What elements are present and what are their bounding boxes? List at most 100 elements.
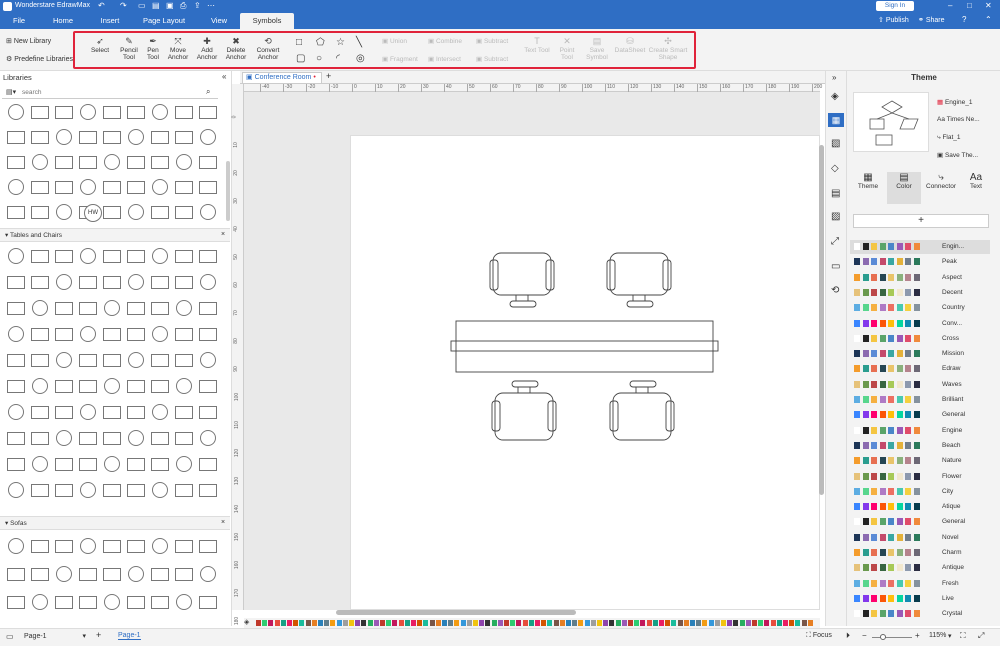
library-symbol[interactable] (8, 538, 24, 554)
expand-panel-icon[interactable]: » (832, 73, 836, 82)
library-symbol[interactable] (80, 326, 96, 342)
library-symbol[interactable] (152, 482, 168, 498)
library-symbol[interactable] (31, 205, 49, 219)
color-swatch[interactable] (559, 620, 565, 626)
library-symbol[interactable] (152, 248, 168, 264)
page-selector[interactable]: Page-1 ▾ (24, 631, 88, 643)
library-symbol[interactable] (200, 352, 216, 368)
delete-anchor-button[interactable]: ✖ Delete Anchor (222, 36, 250, 61)
color-swatch[interactable] (671, 620, 677, 626)
library-symbol[interactable] (80, 538, 96, 554)
color-swatch[interactable] (739, 620, 745, 626)
zoom-slider-handle[interactable] (880, 634, 886, 640)
color-swatch[interactable] (535, 620, 540, 626)
library-symbol[interactable] (127, 457, 145, 471)
conference-room-drawing[interactable] (440, 240, 730, 450)
theme-row[interactable]: Engine (850, 424, 990, 438)
color-swatch[interactable] (646, 620, 652, 626)
library-symbol[interactable] (175, 105, 193, 119)
color-swatch[interactable] (417, 620, 423, 626)
library-symbol[interactable] (152, 326, 168, 342)
library-symbol[interactable] (79, 431, 97, 445)
library-symbol[interactable] (79, 275, 97, 289)
color-swatch[interactable] (318, 620, 323, 626)
color-swatch[interactable] (770, 620, 776, 626)
color-swatch[interactable] (640, 620, 646, 626)
library-symbol[interactable] (79, 567, 97, 581)
zoom-out-icon[interactable]: − (862, 631, 867, 640)
page-layout-icon[interactable]: ▭ (6, 632, 14, 641)
color-swatch[interactable] (473, 620, 478, 626)
color-swatch[interactable] (342, 620, 348, 626)
library-symbol[interactable] (127, 405, 145, 419)
library-symbol[interactable] (31, 130, 49, 144)
hw-symbol[interactable]: HW (84, 204, 102, 222)
color-swatch[interactable] (665, 620, 671, 626)
theme-row[interactable]: Country (850, 301, 990, 315)
save-icon[interactable]: ▣ (166, 1, 174, 10)
library-symbol[interactable] (103, 353, 121, 367)
library-symbol[interactable] (8, 482, 24, 498)
pentagon-shape-icon[interactable]: ⬠ (316, 38, 325, 48)
save-symbol-button[interactable]: ▤ Save Symbol (584, 36, 610, 61)
theme-row[interactable]: Brilliant (850, 393, 990, 407)
color-swatch[interactable] (621, 620, 627, 626)
open-file-icon[interactable]: ▤ (152, 1, 160, 10)
library-symbol[interactable] (151, 353, 169, 367)
theme-row[interactable]: Charm (850, 546, 990, 560)
library-symbol[interactable] (55, 483, 73, 497)
library-symbol[interactable] (128, 274, 144, 290)
library-symbol[interactable] (151, 379, 169, 393)
undo-icon[interactable]: ↶ (98, 1, 105, 10)
library-symbol[interactable] (199, 301, 217, 315)
library-symbol[interactable] (7, 301, 25, 315)
library-symbol[interactable] (7, 457, 25, 471)
convert-anchor-button[interactable]: ⟲ Convert Anchor (253, 36, 283, 61)
spiral-shape-icon[interactable]: ◎ (356, 54, 365, 64)
library-symbol[interactable] (79, 155, 97, 169)
star-shape-icon[interactable]: ☆ (336, 38, 345, 48)
library-symbol[interactable] (56, 430, 72, 446)
library-symbol[interactable] (79, 457, 97, 471)
color-swatch[interactable] (287, 620, 292, 626)
library-symbol[interactable] (175, 405, 193, 419)
theme-row[interactable]: City (850, 485, 990, 499)
library-symbol[interactable] (199, 483, 217, 497)
theme-row[interactable]: Waves (850, 378, 990, 392)
library-symbol[interactable] (199, 539, 217, 553)
library-symbol[interactable] (55, 155, 73, 169)
library-symbol[interactable] (200, 430, 216, 446)
library-symbol[interactable] (103, 249, 121, 263)
fill-icon[interactable]: ◈ (831, 91, 839, 102)
publish-button[interactable]: ⇧ Publish (878, 16, 909, 24)
library-symbol[interactable] (32, 456, 48, 472)
color-swatch[interactable] (572, 620, 578, 626)
theme-row[interactable]: Novel (850, 531, 990, 545)
tab-view[interactable]: View (203, 13, 235, 29)
text-tool-button[interactable]: T Text Tool (524, 36, 550, 54)
library-symbol[interactable] (55, 327, 73, 341)
library-symbol[interactable] (175, 539, 193, 553)
fill-picker-icon[interactable]: ◈ (244, 618, 249, 626)
fit-page-icon[interactable]: ⛶ (960, 631, 966, 641)
color-swatch[interactable] (299, 620, 305, 626)
add-anchor-button[interactable]: ✚ Add Anchor (194, 36, 220, 61)
color-swatch[interactable] (789, 620, 795, 626)
share-button[interactable]: ⚭ Share (918, 16, 945, 24)
library-symbol[interactable] (31, 539, 49, 553)
theme-row[interactable]: Antique (850, 561, 990, 575)
library-symbol[interactable] (7, 595, 25, 609)
library-symbol[interactable] (128, 352, 144, 368)
library-symbol[interactable] (199, 457, 217, 471)
color-swatch[interactable] (566, 620, 571, 626)
library-symbol[interactable] (103, 275, 121, 289)
library-symbol[interactable] (104, 378, 120, 394)
library-symbol[interactable] (175, 275, 193, 289)
library-symbol[interactable] (103, 105, 121, 119)
minimize-icon[interactable]: – (948, 1, 952, 10)
library-symbol[interactable] (176, 594, 192, 610)
close-icon[interactable]: ✕ (985, 1, 992, 10)
add-page-icon[interactable]: + (96, 630, 101, 640)
color-swatch[interactable] (652, 620, 658, 626)
library-symbol[interactable] (127, 483, 145, 497)
